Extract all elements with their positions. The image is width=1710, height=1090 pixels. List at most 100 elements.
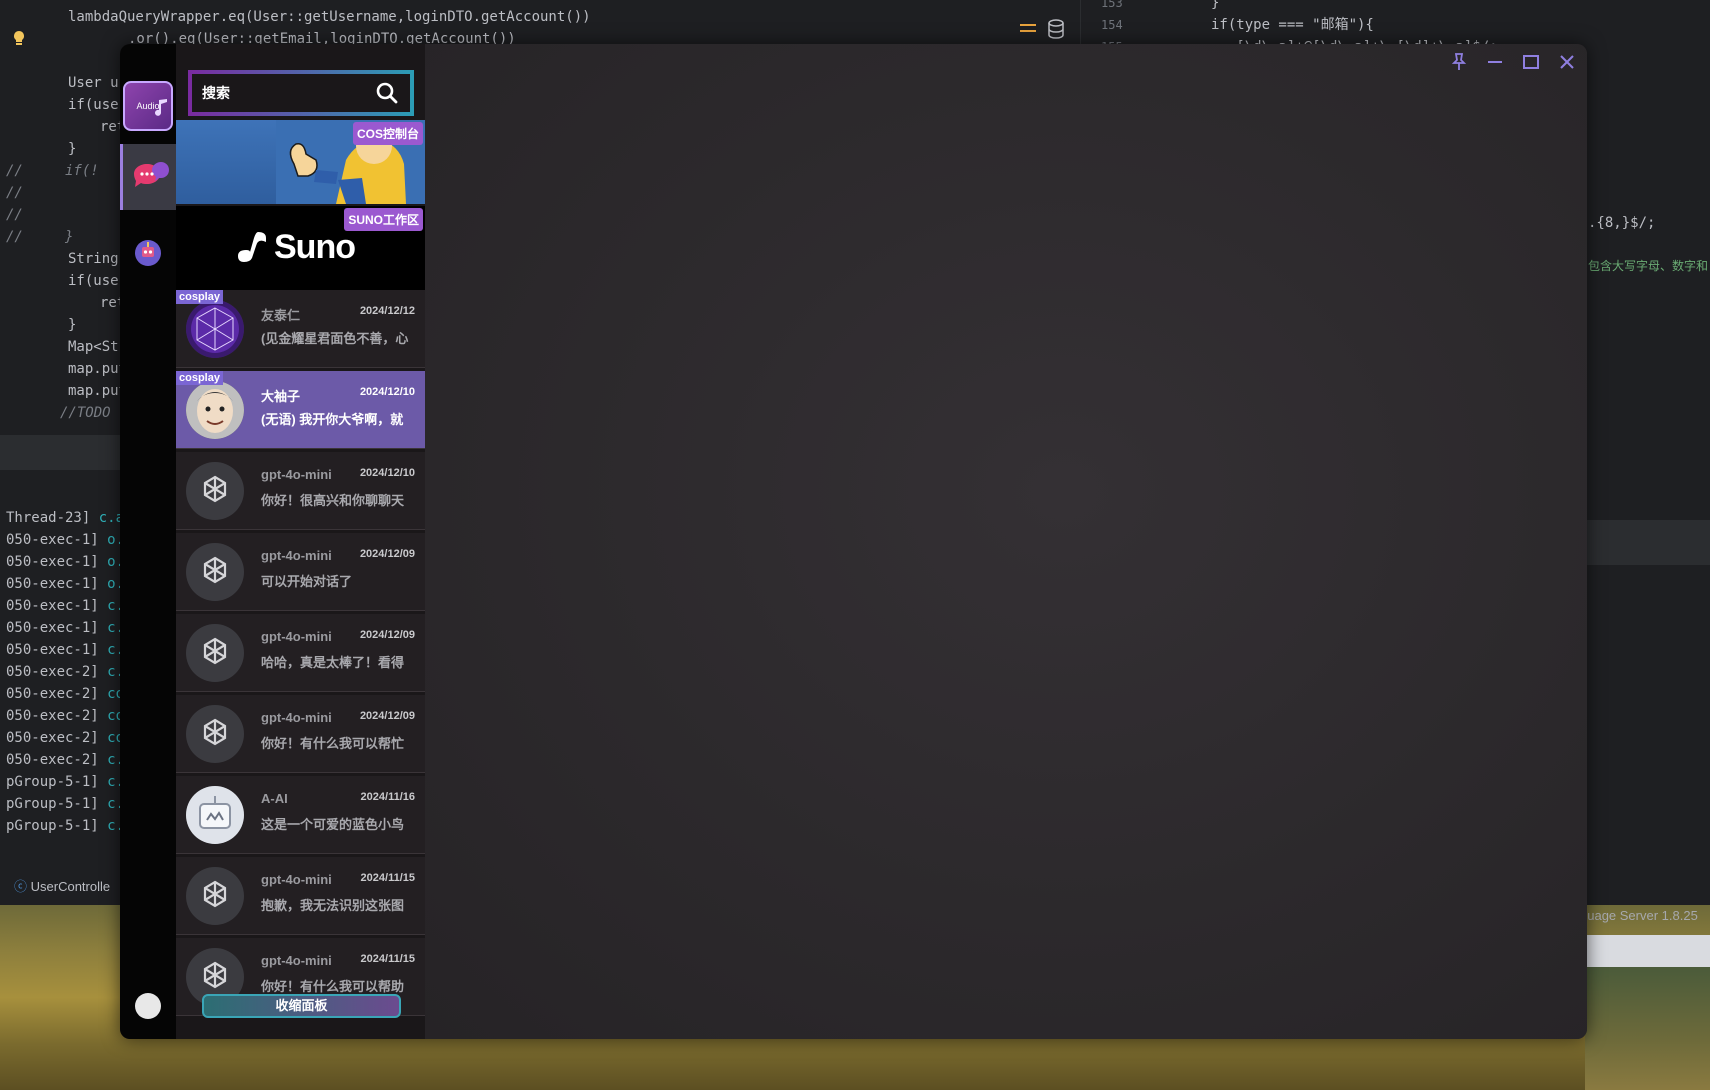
breadcrumb[interactable]: ⓒ UserControlle [0, 875, 130, 899]
openai-icon [203, 475, 227, 503]
cos-console-banner[interactable]: COS控制台 [176, 120, 425, 204]
conversation-panel: COS控制台 Suno SUNO工作区 cosplay 友泰仁 2024/12/12… [176, 44, 425, 1039]
ide-status-strip [1580, 935, 1710, 967]
conversation-avatar [186, 705, 244, 763]
conversation-name: A-AI [261, 791, 288, 806]
conversation-item[interactable]: gpt-4o-mini 2024/12/09 哈哈，真是太棒了！看得 [176, 614, 425, 692]
console-line: 050-exec-1] o.s [6, 576, 132, 592]
conversation-item[interactable]: cosplay 大袖子 2024/12/10 (无语) 我开你大爷啊，就 [176, 371, 425, 449]
suno-workspace-banner[interactable]: Suno SUNO工作区 [176, 206, 425, 290]
conversation-date: 2024/11/16 [360, 791, 415, 803]
conversation-item[interactable]: cosplay 友泰仁 2024/12/12 (见金耀星君面色不善，心 [176, 290, 425, 368]
code-line: User us [68, 75, 128, 91]
conversation-name: 大袖子 [261, 389, 301, 404]
conversation-name: gpt-4o-mini [261, 872, 332, 887]
console-line: 050-exec-2] c.a [6, 664, 132, 680]
structure-icon[interactable] [1020, 22, 1036, 36]
desktop-wallpaper-right [1585, 965, 1710, 1090]
code-line: } [1211, 0, 1220, 11]
conversation-avatar [186, 462, 244, 520]
openai-icon [203, 961, 227, 989]
console-line: pGroup-5-1] c.a [6, 796, 132, 812]
rail-audio-button[interactable]: Audio [120, 78, 176, 134]
code-line: 包含大写字母、数字和 [1588, 259, 1709, 273]
cosplay-tag: cosplay [176, 371, 223, 385]
code-line: } [68, 141, 77, 157]
rail-chat-button[interactable] [120, 144, 176, 210]
maximize-button[interactable] [1519, 50, 1543, 74]
openai-icon [203, 556, 227, 584]
search-input[interactable] [202, 74, 362, 112]
code-line: } [68, 317, 77, 333]
chat-bubbles-icon [133, 162, 169, 187]
conversation-avatar [186, 300, 244, 358]
breadcrumb-label: UserControlle [30, 879, 111, 894]
code-line: Map<Str [68, 339, 128, 355]
openai-icon [203, 718, 227, 746]
conversation-preview: 你好！有什么我可以帮助 [261, 979, 405, 994]
music-note-icon [155, 99, 167, 116]
conversation-avatar [186, 381, 244, 439]
conversation-name: 友泰仁 [261, 308, 301, 323]
openai-icon [203, 637, 227, 665]
run-console: Thread-23] c.a 050-exec-1] o.a 050-exec-1]… [0, 470, 132, 870]
collapse-panel-button[interactable]: 收缩面板 [202, 994, 401, 1018]
conversation-item[interactable]: gpt-4o-mini 2024/12/09 你好！有什么我可以帮忙 [176, 695, 425, 773]
database-icon[interactable] [1047, 19, 1065, 39]
search-icon[interactable] [376, 82, 398, 104]
class-icon: ⓒ [14, 879, 31, 894]
avatar [135, 993, 161, 1019]
line-number: 154 [1101, 18, 1123, 32]
conversation-preview: 你好！有什么我可以帮忙 [261, 736, 405, 751]
panel-divider [0, 435, 130, 470]
openai-icon [203, 880, 227, 908]
code-line: // if(! [6, 163, 99, 179]
close-button[interactable] [1555, 50, 1579, 74]
conversation-name: gpt-4o-mini [261, 629, 332, 644]
minimize-button[interactable] [1483, 50, 1507, 74]
left-rail: Audio [120, 44, 176, 1039]
conversation-avatar [186, 786, 244, 844]
conversation-preview: 你好！很高兴和你聊聊天 [261, 493, 405, 508]
pin-button[interactable] [1447, 50, 1471, 74]
lightbulb-icon[interactable] [12, 30, 26, 46]
conversation-name: gpt-4o-mini [261, 953, 332, 968]
console-line: 050-exec-1] o.s [6, 554, 132, 570]
conversation-date: 2024/12/12 [359, 305, 415, 317]
ide-tool-strip [1580, 520, 1710, 565]
conversation-name: gpt-4o-mini [261, 467, 332, 482]
banner-tag-cos: COS控制台 [352, 122, 423, 145]
code-line: //TODO [60, 405, 120, 421]
maximize-icon [1523, 55, 1539, 69]
conversation-preview: 可以开始对话了 [261, 574, 353, 589]
user-avatar-button[interactable] [120, 984, 176, 1028]
conversation-item[interactable]: gpt-4o-mini 2024/11/15 抱歉，我无法识别这张图 [176, 857, 425, 935]
rail-robot-button[interactable] [120, 224, 176, 280]
face-avatar-icon [186, 381, 244, 439]
line-number: 153 [1101, 0, 1123, 10]
minimize-icon [1488, 61, 1502, 63]
conversation-name: gpt-4o-mini [261, 548, 332, 563]
conversation-item[interactable]: A-AI 2024/11/16 这是一个可爱的蓝色小鸟 [176, 776, 425, 854]
conversation-item[interactable]: gpt-4o-mini 2024/12/09 可以开始对话了 [176, 533, 425, 611]
conversation-avatar [186, 867, 244, 925]
conversation-preview: (见金耀星君面色不善，心 [261, 331, 409, 346]
conversation-name: gpt-4o-mini [261, 710, 332, 725]
code-line: .{8,}$/; [1588, 215, 1656, 231]
conversation-item[interactable]: gpt-4o-mini 2024/12/10 你好！很高兴和你聊聊天 [176, 452, 425, 530]
console-line: 050-exec-2] c.a [6, 752, 132, 768]
audio-tile: Audio [123, 81, 173, 131]
language-server-status: guage Server 1.8.25 [1580, 908, 1698, 923]
console-line: pGroup-5-1] c.a [6, 774, 132, 790]
conversation-avatar [186, 624, 244, 682]
code-line: if(user [68, 273, 128, 289]
console-line: 050-exec-1] c.a [6, 598, 132, 614]
chat-main-area [425, 44, 1587, 1039]
close-icon [1560, 55, 1574, 69]
code-line: if(user [68, 97, 128, 113]
conversation-preview: 抱歉，我无法识别这张图 [261, 898, 405, 913]
code-line: // [6, 185, 23, 201]
robot-avatar-icon [186, 786, 244, 844]
conversation-date: 2024/12/09 [359, 710, 415, 722]
conversation-date: 2024/12/09 [359, 629, 415, 641]
